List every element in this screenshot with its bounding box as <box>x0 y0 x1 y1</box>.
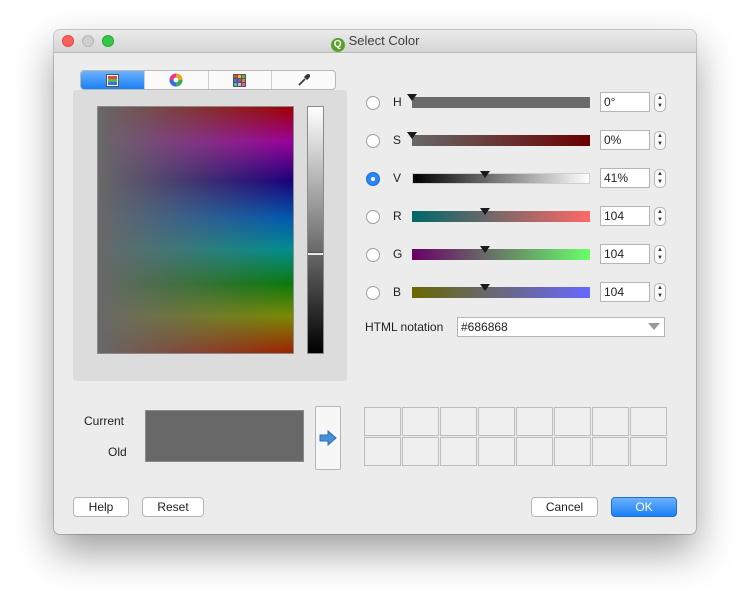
tab-eyedropper[interactable] <box>272 71 335 89</box>
value-ramp-marker[interactable] <box>308 252 323 255</box>
swatch-cell[interactable] <box>516 407 553 436</box>
green-radio[interactable] <box>366 248 380 262</box>
tab-swatch-grid[interactable] <box>209 71 273 89</box>
saturation-radio[interactable] <box>366 134 380 148</box>
swatch-grid-icon <box>233 73 247 87</box>
value-ramp-slider[interactable] <box>307 106 324 354</box>
color-picker-tabs <box>80 70 336 90</box>
swatch-cell[interactable] <box>440 407 477 436</box>
value-label: V <box>393 171 402 185</box>
color-box-panel <box>73 90 347 381</box>
swatch-cell[interactable] <box>478 407 515 436</box>
saturation-hue-area[interactable] <box>97 106 294 354</box>
select-color-dialog: Q Select Color H 0° ▲ ▼ S 0% ▲ ▼ V 41% ▲… <box>54 30 696 534</box>
swatch-cell[interactable] <box>516 437 553 466</box>
value-radio[interactable] <box>366 172 380 186</box>
swatch-cell[interactable] <box>554 407 591 436</box>
current-label: Current <box>84 414 125 428</box>
green-stepper[interactable]: ▲ ▼ <box>654 245 666 264</box>
html-notation-value: #686868 <box>461 320 508 334</box>
arrow-right-icon <box>319 430 337 446</box>
hue-radio[interactable] <box>366 96 380 110</box>
hue-stepper[interactable]: ▲ ▼ <box>654 93 666 112</box>
eyedropper-icon <box>298 74 310 86</box>
blue-row: B 104 ▲ ▼ <box>364 282 694 304</box>
red-input[interactable]: 104 <box>600 206 650 226</box>
tab-color-box[interactable] <box>81 71 145 89</box>
tab-color-wheel[interactable] <box>145 71 209 89</box>
reset-button[interactable]: Reset <box>142 497 204 517</box>
html-notation-combo[interactable]: #686868 <box>457 317 665 337</box>
old-label: Old <box>108 445 127 459</box>
blue-input[interactable]: 104 <box>600 282 650 302</box>
color-wheel-icon <box>169 73 183 87</box>
value-slider-thumb[interactable] <box>480 171 490 178</box>
green-input[interactable]: 104 <box>600 244 650 264</box>
value-input[interactable]: 41% <box>600 168 650 188</box>
saturation-label: S <box>393 133 402 147</box>
window-title: Q Select Color <box>54 30 696 52</box>
value-row: V 41% ▲ ▼ <box>364 168 694 190</box>
blue-stepper[interactable]: ▲ ▼ <box>654 283 666 302</box>
saturation-input[interactable]: 0% <box>600 130 650 150</box>
swatch-cell[interactable] <box>402 437 439 466</box>
green-row: G 104 ▲ ▼ <box>364 244 694 266</box>
saturation-stepper[interactable]: ▲ ▼ <box>654 131 666 150</box>
swatch-cell[interactable] <box>364 407 401 436</box>
red-slider[interactable] <box>412 208 590 222</box>
saturation-row: S 0% ▲ ▼ <box>364 130 694 152</box>
html-notation-label: HTML notation <box>365 320 444 334</box>
red-radio[interactable] <box>366 210 380 224</box>
blue-radio[interactable] <box>366 286 380 300</box>
hue-slider[interactable] <box>407 94 590 108</box>
value-slider[interactable] <box>412 171 590 184</box>
blue-slider[interactable] <box>412 284 590 298</box>
color-box-icon <box>105 73 119 87</box>
swatch-cell[interactable] <box>402 407 439 436</box>
red-label: R <box>393 209 402 223</box>
window-title-text: Select Color <box>348 33 420 48</box>
green-slider-thumb[interactable] <box>480 246 490 253</box>
apply-to-swatch-button[interactable] <box>315 406 341 470</box>
hue-row: H 0° ▲ ▼ <box>364 92 694 114</box>
blue-slider-thumb[interactable] <box>480 284 490 291</box>
saturation-slider[interactable] <box>407 132 590 146</box>
red-stepper[interactable]: ▲ ▼ <box>654 207 666 226</box>
red-slider-thumb[interactable] <box>480 208 490 215</box>
saturation-slider-thumb[interactable] <box>407 132 417 139</box>
hue-slider-thumb[interactable] <box>407 94 417 101</box>
title-bar: Q Select Color <box>54 30 696 53</box>
swatch-cell[interactable] <box>592 437 629 466</box>
hue-input[interactable]: 0° <box>600 92 650 112</box>
color-preview-swatch <box>145 410 304 462</box>
red-row: R 104 ▲ ▼ <box>364 206 694 228</box>
blue-label: B <box>393 285 402 299</box>
color-swatch-grid <box>364 407 667 466</box>
value-stepper[interactable]: ▲ ▼ <box>654 169 666 188</box>
ok-button[interactable]: OK <box>611 497 677 517</box>
hue-label: H <box>393 95 402 109</box>
swatch-cell[interactable] <box>440 437 477 466</box>
dropdown-arrow-icon[interactable] <box>648 323 660 330</box>
swatch-cell[interactable] <box>630 437 667 466</box>
green-label: G <box>393 247 403 261</box>
green-slider[interactable] <box>412 246 590 260</box>
swatch-cell[interactable] <box>364 437 401 466</box>
qgis-logo-icon: Q <box>330 38 345 52</box>
help-button[interactable]: Help <box>73 497 129 517</box>
swatch-cell[interactable] <box>554 437 591 466</box>
cancel-button[interactable]: Cancel <box>531 497 598 517</box>
swatch-cell[interactable] <box>478 437 515 466</box>
swatch-cell[interactable] <box>630 407 667 436</box>
swatch-cell[interactable] <box>592 407 629 436</box>
